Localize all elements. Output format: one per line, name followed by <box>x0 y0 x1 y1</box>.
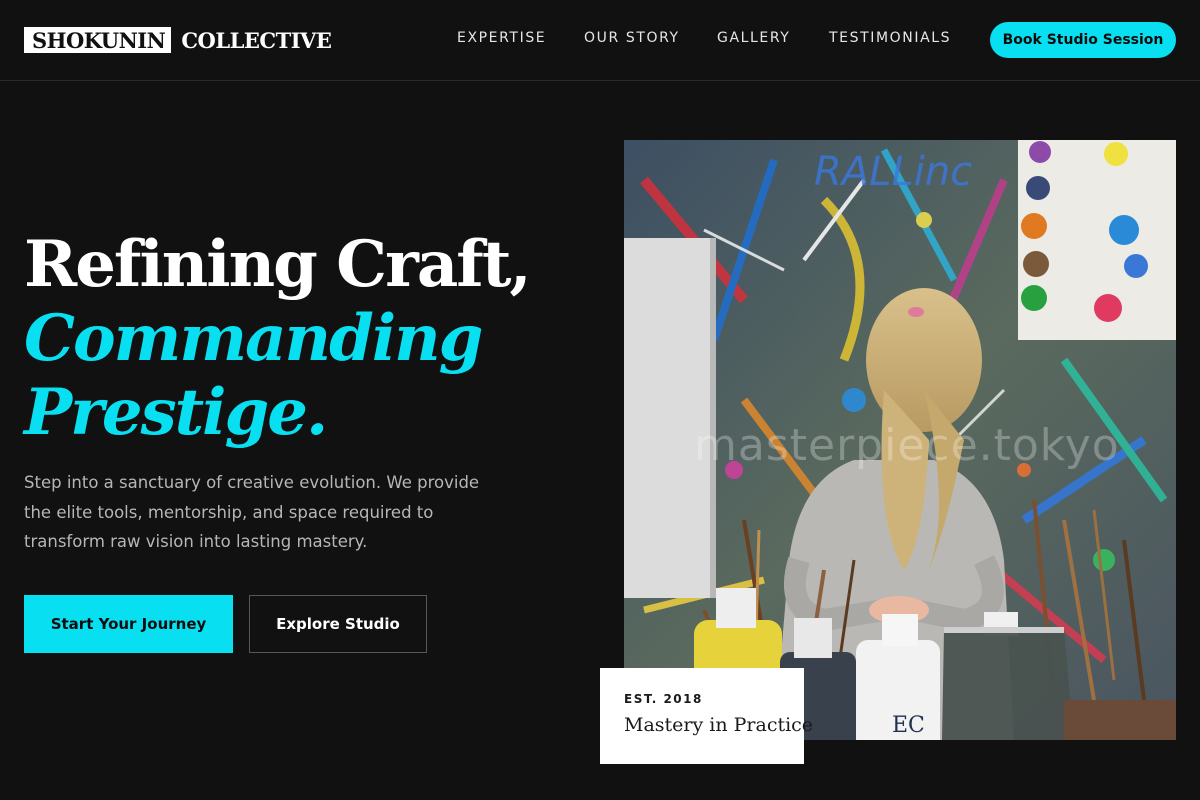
hero-headline-line-1: Refining Craft, <box>24 227 532 302</box>
hero-image-art-studio: RALLinc EC masterpiece.tokyo <box>624 140 1176 740</box>
image-watermark: masterpiece.tokyo <box>694 420 1120 471</box>
hero-headline-line-3: Prestige. <box>24 375 328 450</box>
brand-logo-text: COLLECTIVE <box>181 27 332 53</box>
established-badge-title: Mastery in Practice <box>624 714 814 736</box>
hero-description: Step into a sanctuary of creative evolut… <box>24 473 480 551</box>
start-your-journey-button[interactable]: Start Your Journey <box>24 595 233 653</box>
svg-text:EC: EC <box>892 713 925 738</box>
book-studio-session-button[interactable]: Book Studio Session <box>990 22 1176 58</box>
nav-link-testimonials[interactable]: TESTIMONIALS <box>829 30 951 46</box>
explore-studio-button[interactable]: Explore Studio <box>249 595 427 653</box>
brand-logo[interactable]: SHOKUNIN COLLECTIVE <box>24 27 332 53</box>
hero-headline-line-2: Commanding <box>24 301 483 376</box>
nav-link-our-story[interactable]: OUR STORY <box>584 30 680 46</box>
nav-link-gallery[interactable]: GALLERY <box>717 30 790 46</box>
wall-painted-text: RALLinc <box>814 149 972 195</box>
hero-headline: Refining Craft, Commanding Prestige. <box>24 227 532 450</box>
top-navigation: SHOKUNIN COLLECTIVE EXPERTISE OUR STORY … <box>0 0 1200 81</box>
brand-logo-boxed: SHOKUNIN <box>24 27 172 53</box>
established-badge-card: EST. 2018 Mastery in Practice <box>600 668 813 764</box>
nav-link-expertise[interactable]: EXPERTISE <box>457 30 546 46</box>
established-year-label: EST. 2018 <box>624 692 703 706</box>
